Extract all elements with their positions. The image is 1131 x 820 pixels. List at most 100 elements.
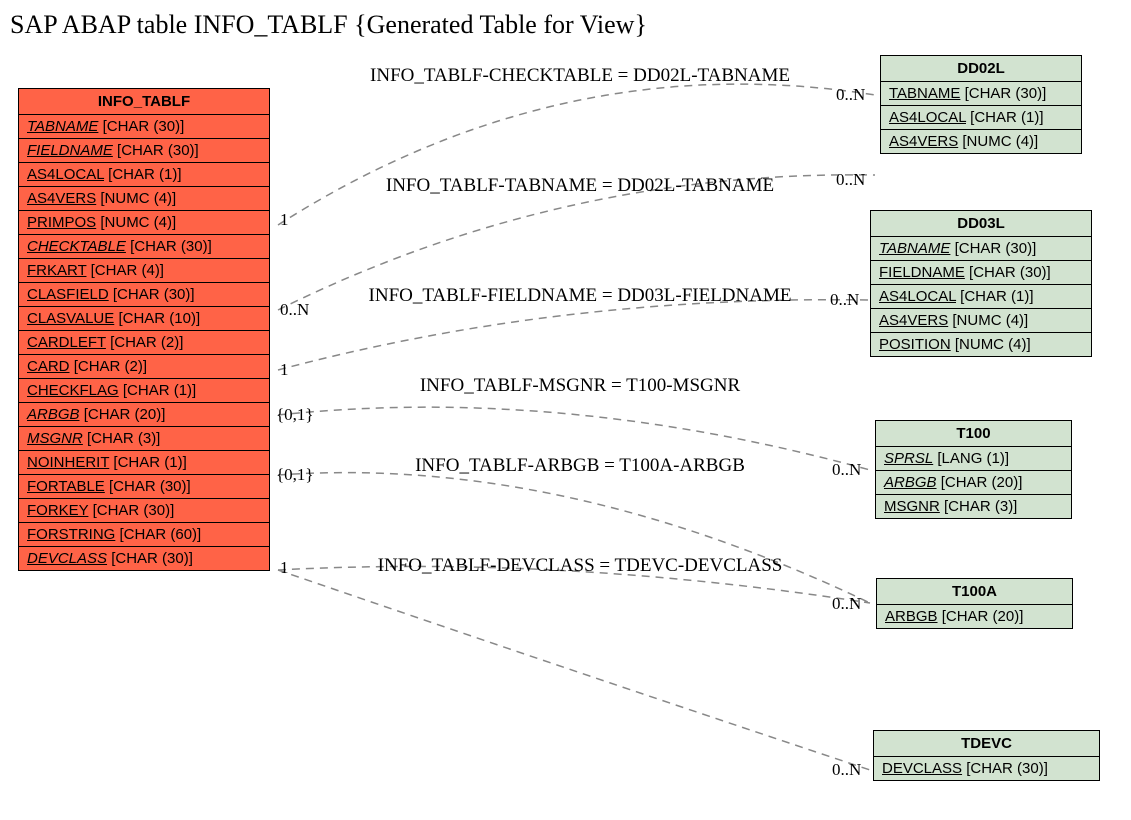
field-name: AS4VERS [879, 312, 948, 329]
field-type: [CHAR (30)] [955, 240, 1037, 257]
entity-field: AS4LOCAL [CHAR (1)] [19, 163, 269, 187]
field-type: [NUMC (4)] [962, 133, 1038, 150]
field-name: CHECKFLAG [27, 382, 119, 399]
entity-field: FIELDNAME [CHAR (30)] [19, 139, 269, 163]
field-name: PRIMPOS [27, 214, 96, 231]
field-name: CHECKTABLE [27, 238, 126, 255]
field-type: [LANG (1)] [937, 450, 1009, 467]
entity-field: ARBGB [CHAR (20)] [876, 471, 1071, 495]
entity-field: TABNAME [CHAR (30)] [19, 115, 269, 139]
field-type: [NUMC (4)] [952, 312, 1028, 329]
field-name: SPRSL [884, 450, 933, 467]
entity-field: FORTABLE [CHAR (30)] [19, 475, 269, 499]
field-type: [CHAR (30)] [103, 118, 185, 135]
cardinality-right: 0..N [836, 170, 865, 190]
entity-field: AS4VERS [NUMC (4)] [871, 309, 1091, 333]
field-name: TABNAME [27, 118, 98, 135]
field-type: [CHAR (1)] [960, 288, 1033, 305]
cardinality-left: 1 [280, 558, 289, 578]
entity-header: INFO_TABLF [19, 89, 269, 115]
entity-field: CARDLEFT [CHAR (2)] [19, 331, 269, 355]
entity-field: DEVCLASS [CHAR (30)] [19, 547, 269, 570]
cardinality-left: {0,1} [276, 465, 314, 485]
field-name: CARD [27, 358, 70, 375]
entity-header: TDEVC [874, 731, 1099, 757]
field-name: MSGNR [27, 430, 83, 447]
field-type: [CHAR (1)] [123, 382, 196, 399]
entity-field: AS4VERS [NUMC (4)] [881, 130, 1081, 153]
entity-field: AS4LOCAL [CHAR (1)] [881, 106, 1081, 130]
cardinality-left: 1 [280, 210, 289, 230]
entity-field: CARD [CHAR (2)] [19, 355, 269, 379]
entity-field: NOINHERIT [CHAR (1)] [19, 451, 269, 475]
entity-field: AS4LOCAL [CHAR (1)] [871, 285, 1091, 309]
field-name: NOINHERIT [27, 454, 109, 471]
field-type: [CHAR (30)] [969, 264, 1051, 281]
field-type: [CHAR (1)] [108, 166, 181, 183]
field-name: AS4VERS [889, 133, 958, 150]
entity-field: CLASFIELD [CHAR (30)] [19, 283, 269, 307]
field-type: [CHAR (30)] [113, 286, 195, 303]
field-name: FORTABLE [27, 478, 105, 495]
entity-field: CHECKTABLE [CHAR (30)] [19, 235, 269, 259]
cardinality-right: 0..N [832, 760, 861, 780]
entity-tdevc: TDEVC DEVCLASS [CHAR (30)] [873, 730, 1100, 781]
relation-label: INFO_TABLF-FIELDNAME = DD03L-FIELDNAME [320, 285, 840, 307]
entity-field: TABNAME [CHAR (30)] [871, 237, 1091, 261]
field-name: FIELDNAME [27, 142, 113, 159]
field-type: [CHAR (60)] [120, 526, 202, 543]
entity-field: PRIMPOS [NUMC (4)] [19, 211, 269, 235]
entity-field: FIELDNAME [CHAR (30)] [871, 261, 1091, 285]
entity-field: FRKART [CHAR (4)] [19, 259, 269, 283]
field-type: [CHAR (30)] [117, 142, 199, 159]
field-type: [NUMC (4)] [955, 336, 1031, 353]
entity-field: DEVCLASS [CHAR (30)] [874, 757, 1099, 780]
entity-field: CLASVALUE [CHAR (10)] [19, 307, 269, 331]
relation-label: INFO_TABLF-CHECKTABLE = DD02L-TABNAME [320, 65, 840, 87]
field-name: CARDLEFT [27, 334, 106, 351]
field-type: [CHAR (30)] [966, 760, 1048, 777]
entity-field: CHECKFLAG [CHAR (1)] [19, 379, 269, 403]
field-name: AS4LOCAL [889, 109, 966, 126]
entity-field: FORKEY [CHAR (30)] [19, 499, 269, 523]
diagram-title: SAP ABAP table INFO_TABLF {Generated Tab… [10, 10, 647, 40]
cardinality-right: 0..N [836, 85, 865, 105]
entity-field: SPRSL [LANG (1)] [876, 447, 1071, 471]
relation-label: INFO_TABLF-ARBGB = T100A-ARBGB [320, 455, 840, 477]
field-name: MSGNR [884, 498, 940, 515]
entity-t100: T100 SPRSL [LANG (1)]ARBGB [CHAR (20)]MS… [875, 420, 1072, 519]
field-type: [CHAR (30)] [109, 478, 191, 495]
cardinality-right: 0..N [832, 460, 861, 480]
cardinality-right: 0..N [830, 290, 859, 310]
entity-field: MSGNR [CHAR (3)] [19, 427, 269, 451]
field-type: [CHAR (20)] [942, 608, 1024, 625]
entity-dd03l: DD03L TABNAME [CHAR (30)]FIELDNAME [CHAR… [870, 210, 1092, 357]
field-type: [CHAR (1)] [113, 454, 186, 471]
entity-field: MSGNR [CHAR (3)] [876, 495, 1071, 518]
field-type: [CHAR (20)] [84, 406, 166, 423]
field-name: CLASFIELD [27, 286, 109, 303]
entity-info-tablf: INFO_TABLF TABNAME [CHAR (30)]FIELDNAME … [18, 88, 270, 571]
field-type: [NUMC (4)] [100, 214, 176, 231]
field-type: [CHAR (30)] [93, 502, 175, 519]
field-name: DEVCLASS [882, 760, 962, 777]
cardinality-left: 0..N [280, 300, 309, 320]
entity-header: DD03L [871, 211, 1091, 237]
entity-header: T100 [876, 421, 1071, 447]
entity-header: T100A [877, 579, 1072, 605]
relation-label: INFO_TABLF-MSGNR = T100-MSGNR [320, 375, 840, 397]
entity-field: ARBGB [CHAR (20)] [877, 605, 1072, 628]
relation-label: INFO_TABLF-DEVCLASS = TDEVC-DEVCLASS [320, 555, 840, 577]
field-type: [CHAR (1)] [970, 109, 1043, 126]
field-name: AS4LOCAL [879, 288, 956, 305]
field-name: FRKART [27, 262, 86, 279]
entity-header: DD02L [881, 56, 1081, 82]
entity-field: TABNAME [CHAR (30)] [881, 82, 1081, 106]
field-type: [NUMC (4)] [100, 190, 176, 207]
field-name: CLASVALUE [27, 310, 114, 327]
field-type: [CHAR (2)] [110, 334, 183, 351]
field-name: FIELDNAME [879, 264, 965, 281]
field-type: [CHAR (30)] [130, 238, 212, 255]
field-name: TABNAME [889, 85, 960, 102]
field-name: FORSTRING [27, 526, 115, 543]
